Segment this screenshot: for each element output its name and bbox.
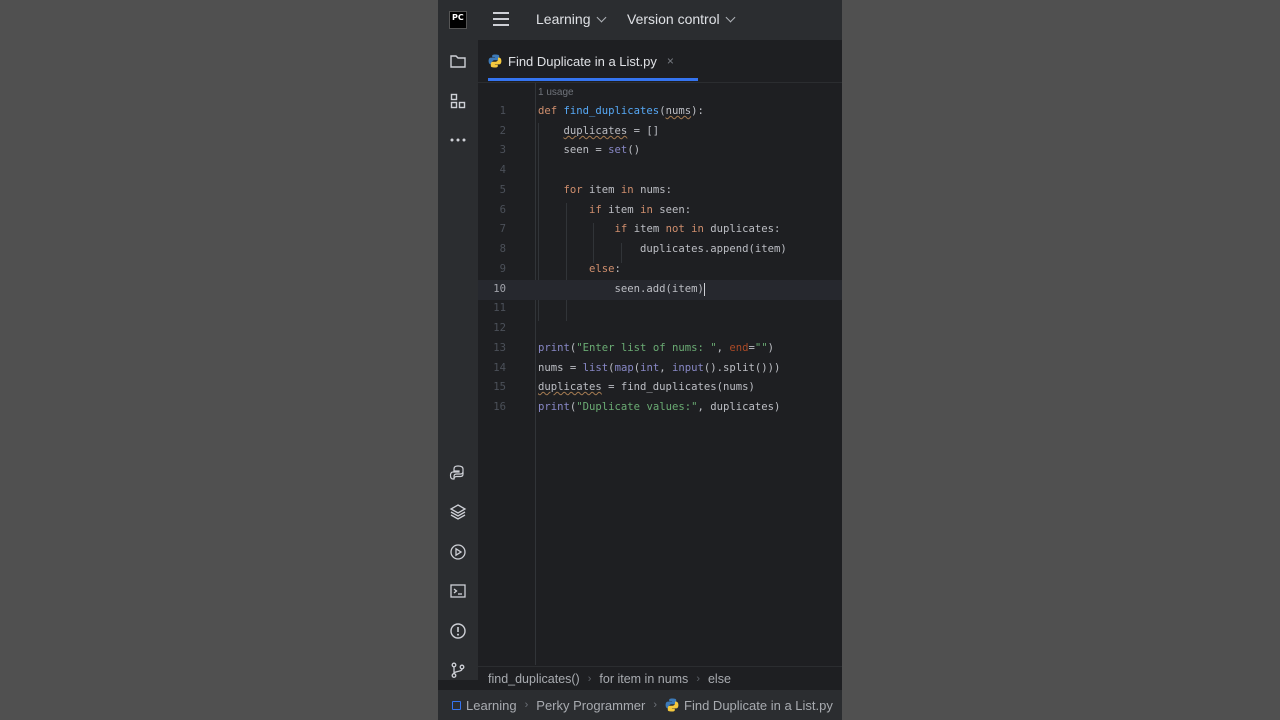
usage-hint[interactable]: 1 usage xyxy=(538,87,574,98)
code-line: 6 if item in seen: xyxy=(478,201,842,221)
code-line: 3 seen = set() xyxy=(478,141,842,161)
background-right xyxy=(842,0,1280,720)
title-bar: PC Learning Version control xyxy=(438,0,842,40)
code-line: 2 duplicates = [] xyxy=(478,122,842,142)
line-number: 7 xyxy=(499,223,506,235)
more-icon[interactable] xyxy=(448,130,468,150)
layers-icon[interactable] xyxy=(448,502,468,522)
line-number: 11 xyxy=(493,302,506,314)
line-number: 16 xyxy=(493,401,506,413)
python-console-icon[interactable] xyxy=(448,463,468,483)
editor-tab-bar: Find Duplicate in a List.py × xyxy=(478,40,842,83)
code-line: 4 xyxy=(478,161,842,181)
line-number: 4 xyxy=(499,164,506,176)
code-line: 5 for item in nums: xyxy=(478,181,842,201)
line-number: 5 xyxy=(499,184,506,196)
line-number: 14 xyxy=(493,362,506,374)
structure-icon[interactable] xyxy=(448,91,468,111)
chevron-down-icon xyxy=(596,12,606,22)
line-number: 8 xyxy=(499,243,506,255)
logo-text: PC xyxy=(452,13,464,22)
line-number: 10 xyxy=(493,283,506,295)
line-number: 1 xyxy=(499,105,506,117)
background-left xyxy=(0,0,438,720)
status-separator: › xyxy=(653,699,658,711)
code-line: 16 print("Duplicate values:", duplicates) xyxy=(478,398,842,418)
python-file-icon xyxy=(488,54,502,68)
project-square-icon xyxy=(452,700,461,710)
run-icon[interactable] xyxy=(448,542,468,562)
ide-window: PC Learning Version control Find Duplica… xyxy=(438,0,842,720)
pycharm-logo-icon[interactable]: PC xyxy=(449,11,467,29)
line-number: 6 xyxy=(499,204,506,216)
editor-breadcrumb: find_duplicates() › for item in nums › e… xyxy=(478,666,842,691)
breadcrumb-item[interactable]: find_duplicates() xyxy=(488,672,580,686)
line-number: 2 xyxy=(499,125,506,137)
tab-filename: Find Duplicate in a List.py xyxy=(508,53,657,69)
python-file-icon xyxy=(665,698,679,712)
code-line-current: 10 seen.add(item) xyxy=(478,280,842,300)
text-caret xyxy=(703,282,706,296)
code-line: 13 print("Enter list of nums: ", end="") xyxy=(478,339,842,359)
line-number: 13 xyxy=(493,342,506,354)
status-item[interactable]: Perky Programmer xyxy=(536,698,645,713)
code-line: 14 nums = list(map(int, input().split())) xyxy=(478,359,842,379)
problems-icon[interactable] xyxy=(448,621,468,641)
chevron-down-icon xyxy=(725,12,736,22)
code-line: 1 def find_duplicates(nums): xyxy=(478,102,842,122)
status-bar: Learning › Perky Programmer › Find Dupli… xyxy=(438,690,842,720)
tool-window-strip xyxy=(438,40,478,680)
vcs-menu[interactable]: Version control xyxy=(627,11,736,27)
breadcrumb-separator: › xyxy=(696,673,700,685)
code-line: 8 duplicates.append(item) xyxy=(478,240,842,260)
code-line: 9 else: xyxy=(478,260,842,280)
line-number: 15 xyxy=(493,381,506,393)
breadcrumb-item[interactable]: else xyxy=(708,672,731,686)
breadcrumb-separator: › xyxy=(587,673,592,685)
folder-icon[interactable] xyxy=(448,51,468,71)
line-number: 9 xyxy=(499,263,506,275)
close-tab-icon[interactable]: × xyxy=(667,54,674,68)
code-line: 11 xyxy=(478,299,842,319)
line-number: 3 xyxy=(499,144,506,156)
status-item[interactable]: Learning xyxy=(466,698,517,713)
code-line: 7 if item not in duplicates: xyxy=(478,220,842,240)
code-line: 12 xyxy=(478,319,842,339)
editor-tab[interactable]: Find Duplicate in a List.py × xyxy=(488,40,698,82)
code-editor[interactable]: 1 usage 1 def find_duplicates(nums): 2 du… xyxy=(478,83,842,665)
project-menu[interactable]: Learning xyxy=(536,11,606,27)
status-separator: › xyxy=(524,699,529,711)
vcs-menu-label: Version control xyxy=(627,11,720,27)
line-number: 12 xyxy=(493,322,506,334)
project-menu-label: Learning xyxy=(536,11,591,27)
status-item[interactable]: Find Duplicate in a List.py xyxy=(684,698,833,713)
main-menu-icon[interactable] xyxy=(493,12,509,26)
active-tab-indicator xyxy=(488,78,698,81)
terminal-icon[interactable] xyxy=(448,581,468,601)
breadcrumb-item[interactable]: for item in nums xyxy=(599,672,688,686)
code-line: 15 duplicates = find_duplicates(nums) xyxy=(478,378,842,398)
git-icon[interactable] xyxy=(448,660,468,680)
